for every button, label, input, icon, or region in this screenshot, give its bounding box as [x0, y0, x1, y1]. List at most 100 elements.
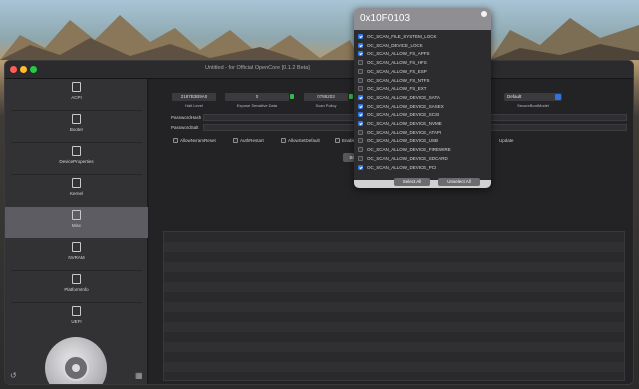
scan-flag-checkbox[interactable]: [358, 164, 363, 170]
table-row[interactable]: [164, 332, 624, 342]
entries-table[interactable]: [163, 231, 625, 381]
scan-flag-item[interactable]: OC_SCAN_ALLOW_FS_NTFS: [358, 77, 488, 84]
scan-flag-item[interactable]: OC_SCAN_ALLOW_DEVICE_USB: [358, 137, 488, 144]
scan-flag-checkbox[interactable]: [358, 77, 363, 83]
halt-level-field[interactable]: 2187B3B9A0: [172, 93, 216, 101]
scan-flag-checkbox[interactable]: [358, 147, 363, 153]
secure-boot-model-value: Default: [507, 94, 522, 99]
scan-flag-checkbox[interactable]: [358, 103, 363, 109]
scan-flag-item[interactable]: OC_SCAN_ALLOW_DEVICE_FIREWIRE: [358, 146, 488, 153]
device-properties-icon: [72, 146, 81, 156]
minimize-window-button[interactable]: [20, 66, 27, 73]
booter-icon: [72, 114, 81, 124]
allow-nvram-reset-checkbox[interactable]: [173, 138, 178, 143]
sidebar-item-acpi[interactable]: ACPI: [5, 79, 148, 110]
update-label: Update: [499, 138, 514, 143]
dial-core: [72, 364, 80, 372]
uefi-icon: [72, 306, 81, 316]
table-row[interactable]: [164, 322, 624, 332]
scan-flag-checkbox[interactable]: [358, 42, 363, 48]
sidebar: ACPI Booter DeviceProperties Kernel Misc…: [5, 79, 148, 384]
title-bar: Untitled - for Official OpenCore [0.1.2 …: [5, 61, 633, 79]
close-icon[interactable]: [481, 11, 487, 17]
scan-flag-checkbox[interactable]: [358, 129, 363, 135]
scan-flag-checkbox[interactable]: [358, 155, 363, 161]
sidebar-item-label: UEFI: [71, 319, 82, 324]
scan-flag-item[interactable]: OC_SCAN_ALLOW_DEVICE_SATA: [358, 94, 488, 101]
allow-nvram-reset-label: AllowNvramReset: [180, 138, 216, 143]
scan-flag-item[interactable]: OC_SCAN_ALLOW_FS_EXT: [358, 85, 488, 92]
scan-flag-item[interactable]: OC_SCAN_ALLOW_DEVICE_SDCARD: [358, 155, 488, 162]
scan-flag-checkbox[interactable]: [358, 86, 363, 92]
maximize-window-button[interactable]: [30, 66, 37, 73]
sidebar-item-misc[interactable]: Misc: [5, 207, 148, 238]
table-row[interactable]: [164, 242, 624, 252]
sidebar-item-label: DeviceProperties: [59, 159, 94, 164]
enable-checkbox[interactable]: [335, 138, 340, 143]
scan-flag-label: OC_SCAN_ALLOW_DEVICE_SCSI: [367, 112, 440, 118]
table-row[interactable]: [164, 282, 624, 292]
platform-info-icon: [72, 274, 81, 284]
close-window-button[interactable]: [10, 66, 17, 73]
scan-flag-item[interactable]: OC_SCAN_ALLOW_DEVICE_SASEX: [358, 103, 488, 110]
scan-flag-item[interactable]: OC_SCAN_ALLOW_FS_HFS: [358, 59, 488, 66]
table-row[interactable]: [164, 302, 624, 312]
scan-flag-checkbox[interactable]: [358, 51, 363, 57]
sidebar-item-booter[interactable]: Booter: [5, 111, 148, 142]
password-hash-label: PasswordHash: [171, 115, 202, 120]
secure-boot-model-select[interactable]: Default: [504, 93, 562, 101]
app-window: Untitled - for Official OpenCore [0.1.2 …: [4, 60, 634, 385]
share-icon[interactable]: ↺: [10, 371, 17, 380]
scan-flag-item[interactable]: OC_SCAN_ALLOW_DEVICE_SCSI: [358, 111, 488, 118]
sidebar-toggle-icon[interactable]: ▦: [135, 371, 143, 380]
scan-flag-item[interactable]: OC_SCAN_ALLOW_DEVICE_ATAPI: [358, 129, 488, 136]
scan-flag-label: OC_SCAN_ALLOW_FS_APFS: [367, 51, 430, 57]
table-row[interactable]: [164, 272, 624, 282]
table-row[interactable]: [164, 342, 624, 352]
scan-flag-checkbox[interactable]: [358, 112, 363, 118]
sidebar-item-label: Kernel: [69, 191, 83, 196]
scan-flag-item[interactable]: OC_SCAN_ALLOW_FS_APFS: [358, 50, 488, 57]
sidebar-item-platform-info[interactable]: PlatformInfo: [5, 271, 148, 302]
allow-set-default-checkbox[interactable]: [281, 138, 286, 143]
scan-flag-item[interactable]: OC_SCAN_ALLOW_DEVICE_NVME: [358, 120, 488, 127]
scan-flag-checkbox[interactable]: [358, 34, 363, 39]
table-row[interactable]: [164, 252, 624, 262]
scan-flag-item[interactable]: OC_SCAN_ALLOW_FS_ESP: [358, 68, 488, 75]
nvram-icon: [72, 242, 81, 252]
scan-flag-label: OC_SCAN_DEVICE_LOCK: [367, 42, 423, 48]
scan-flag-checkbox[interactable]: [358, 60, 363, 66]
scan-flag-item[interactable]: OC_SCAN_FILE_SYSTEM_LOCK: [358, 33, 488, 40]
scan-flag-label: OC_SCAN_ALLOW_FS_NTFS: [367, 77, 430, 83]
sidebar-item-label: PlatformInfo: [64, 287, 89, 292]
sidebar-item-uefi[interactable]: UEFI: [5, 303, 148, 334]
scan-flag-checkbox[interactable]: [358, 68, 363, 74]
select-all-button[interactable]: Select All: [394, 178, 430, 186]
sidebar-item-device-properties[interactable]: DeviceProperties: [5, 143, 148, 174]
table-row[interactable]: [164, 362, 624, 372]
sidebar-item-label: ACPI: [71, 95, 82, 100]
scan-flag-label: OC_SCAN_ALLOW_DEVICE_ATAPI: [367, 129, 442, 135]
auth-restart-checkbox[interactable]: [233, 138, 238, 143]
table-row[interactable]: [164, 292, 624, 302]
expose-sensitive-data-field[interactable]: 0: [225, 93, 289, 101]
chevron-down-icon: [555, 94, 561, 100]
sidebar-item-nvram[interactable]: NVRAM: [5, 239, 148, 270]
scan-flag-checkbox[interactable]: [358, 121, 363, 126]
unselect-all-button[interactable]: Unselect All: [438, 178, 480, 186]
scan-flag-item[interactable]: OC_SCAN_DEVICE_LOCK: [358, 42, 488, 49]
table-row[interactable]: [164, 352, 624, 362]
scan-flag-checkbox[interactable]: [358, 138, 363, 144]
table-row[interactable]: [164, 232, 624, 242]
scan-policy-field[interactable]: 0786203: [304, 93, 348, 101]
sidebar-item-label: Misc: [71, 223, 82, 228]
scan-flag-item[interactable]: OC_SCAN_ALLOW_DEVICE_PCI: [358, 164, 488, 171]
kernel-icon: [72, 178, 81, 188]
table-row[interactable]: [164, 262, 624, 272]
scan-flag-label: OC_SCAN_ALLOW_FS_ESP: [367, 68, 427, 74]
table-row[interactable]: [164, 312, 624, 322]
scan-flag-checkbox[interactable]: [358, 94, 363, 100]
scan-policy-popover: 0x10F0103 OC_SCAN_FILE_SYSTEM_LOCK OC_SCA…: [354, 8, 491, 188]
sidebar-item-kernel[interactable]: Kernel: [5, 175, 148, 206]
sidebar-item-label: Booter: [69, 127, 84, 132]
